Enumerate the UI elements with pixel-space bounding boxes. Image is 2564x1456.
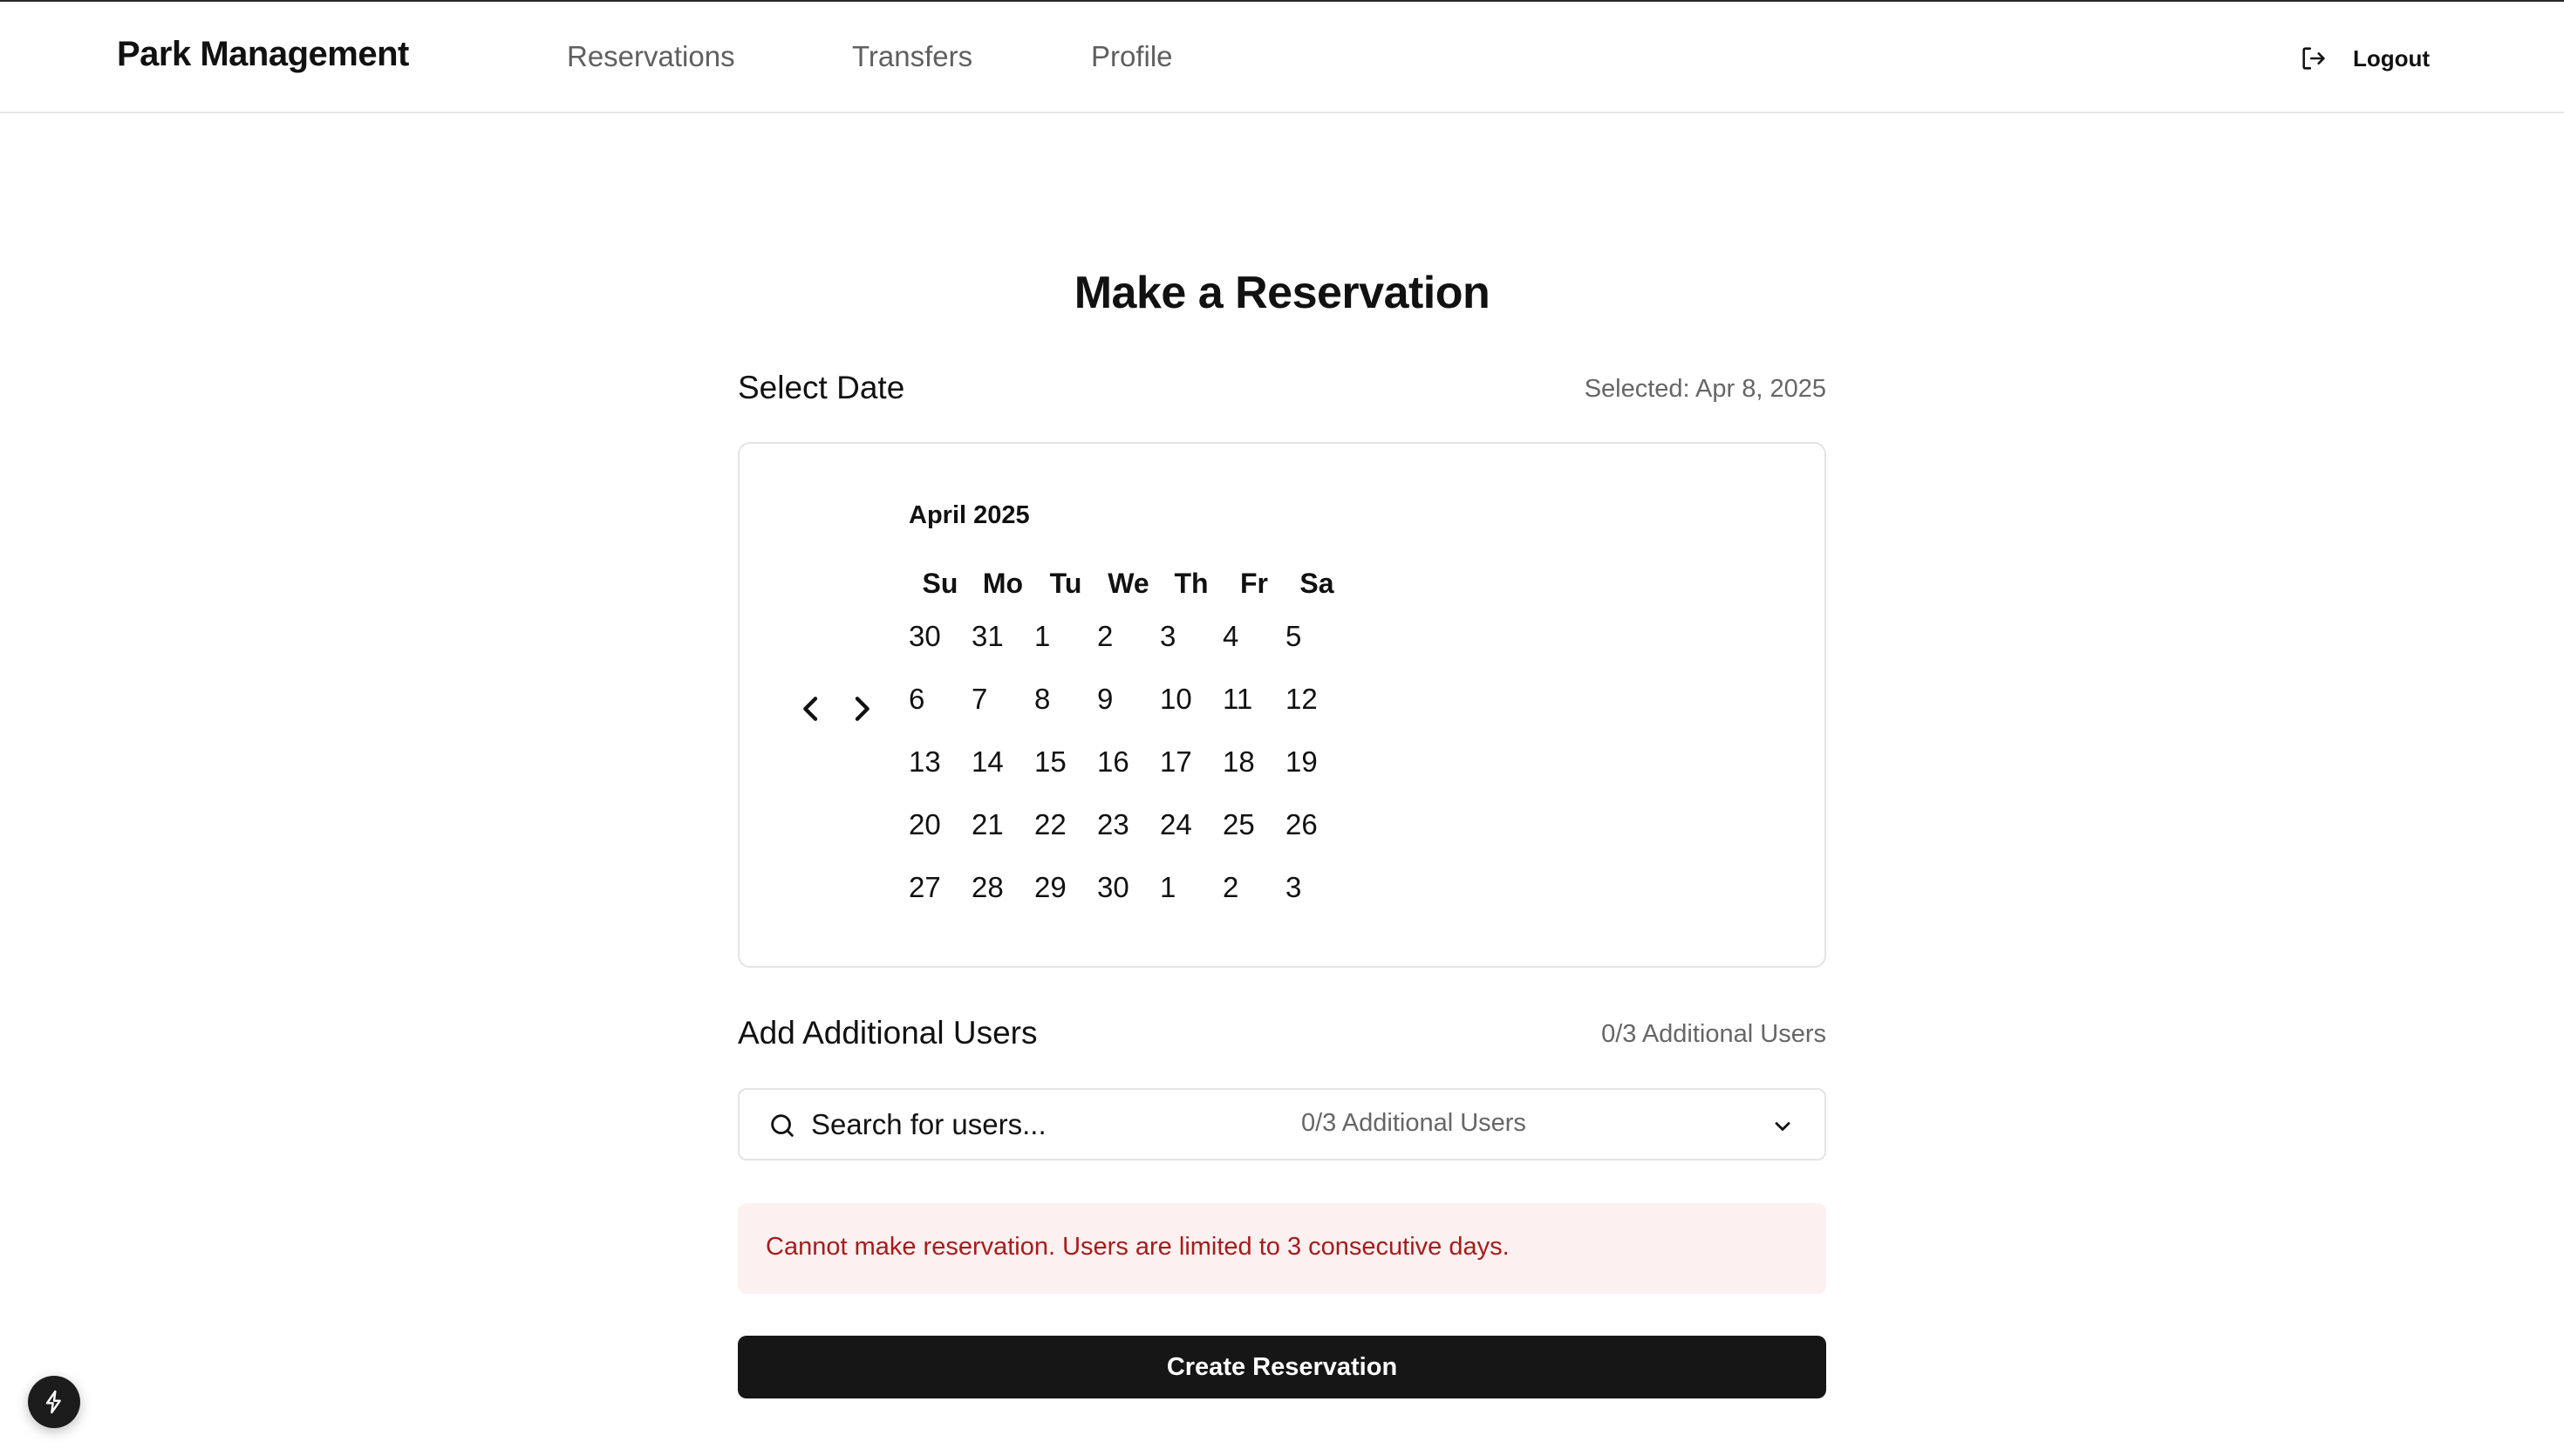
logout-icon: [2302, 47, 2325, 70]
calendar-day[interactable]: 11: [1223, 683, 1285, 716]
chevron-left-icon[interactable]: [794, 691, 829, 726]
calendar-day[interactable]: 17: [1160, 745, 1223, 779]
calendar-day[interactable]: 2: [1097, 620, 1160, 653]
calendar-day[interactable]: 6: [909, 683, 972, 716]
calendar-day[interactable]: 3: [1160, 620, 1223, 653]
calendar-day[interactable]: 27: [909, 871, 972, 904]
calendar-day[interactable]: 28: [972, 871, 1034, 904]
calendar-day[interactable]: 12: [1285, 683, 1348, 716]
calendar-day[interactable]: 16: [1097, 745, 1160, 779]
chevron-right-icon[interactable]: [844, 691, 879, 726]
calendar-day[interactable]: 25: [1223, 808, 1285, 841]
calendar-day[interactable]: 30: [1097, 871, 1160, 904]
calendar-day[interactable]: 29: [1034, 871, 1097, 904]
calendar-month-label: April 2025: [909, 501, 1030, 529]
weekday-label: Th: [1174, 568, 1209, 599]
user-search-combobox[interactable]: 0/3 Additional Users: [738, 1088, 1826, 1160]
logout-button[interactable]: Logout: [2299, 42, 2430, 75]
weekday-label: Tu: [1049, 568, 1082, 599]
nav-link-profile[interactable]: Profile: [1091, 40, 1173, 73]
calendar-day[interactable]: 1: [1160, 871, 1223, 904]
calendar-day[interactable]: 2: [1223, 871, 1285, 904]
calendar-day-selected[interactable]: 8: [1034, 683, 1097, 716]
additional-users-count: 0/3 Additional Users: [1601, 1020, 1826, 1048]
nav-link-reservations[interactable]: Reservations: [567, 40, 735, 73]
calendar-day[interactable]: 9: [1097, 683, 1160, 716]
calendar-day[interactable]: 1: [1034, 620, 1097, 653]
calendar-day[interactable]: 14: [972, 745, 1034, 779]
calendar-day[interactable]: 13: [909, 745, 972, 779]
calendar-day[interactable]: 23: [1097, 808, 1160, 841]
search-icon: [771, 1114, 794, 1137]
nav-link-transfers[interactable]: Transfers: [852, 40, 972, 73]
calendar-day[interactable]: 7: [972, 683, 1034, 716]
search-users-count: 0/3 Additional Users: [1301, 1109, 1526, 1137]
calendar-day[interactable]: 3: [1285, 871, 1348, 904]
error-message: Cannot make reservation. Users are limit…: [766, 1233, 1510, 1261]
user-search-input[interactable]: [809, 1102, 1263, 1147]
calendar-day[interactable]: 18: [1223, 745, 1285, 779]
calendar: April 2025 Su Mo Tu We Th Fr Sa 30 31 1 …: [738, 442, 1826, 968]
weekday-label: Su: [922, 568, 958, 599]
add-users-heading: Add Additional Users: [738, 1015, 1038, 1051]
calendar-day[interactable]: 24: [1160, 808, 1223, 841]
chevron-down-icon[interactable]: [1770, 1114, 1795, 1139]
calendar-day[interactable]: 21: [972, 808, 1034, 841]
top-navigation-bar: Park Management Reservations Transfers P…: [0, 0, 2564, 113]
calendar-day[interactable]: 4: [1223, 620, 1285, 653]
lightning-bolt-icon: [45, 1390, 61, 1414]
calendar-day[interactable]: 5: [1285, 620, 1348, 653]
calendar-day[interactable]: 26: [1285, 808, 1348, 841]
error-alert: Cannot make reservation. Users are limit…: [738, 1203, 1826, 1294]
calendar-day[interactable]: 22: [1034, 808, 1097, 841]
calendar-day[interactable]: 31: [972, 620, 1034, 653]
calendar-day[interactable]: 30: [909, 620, 972, 653]
create-reservation-button[interactable]: Create Reservation: [738, 1336, 1826, 1398]
calendar-day[interactable]: 19: [1285, 745, 1348, 779]
calendar-day[interactable]: 10: [1160, 683, 1223, 716]
logout-label: Logout: [2353, 44, 2431, 71]
calendar-day[interactable]: 15: [1034, 745, 1097, 779]
selected-date-text: Selected: Apr 8, 2025: [1584, 375, 1826, 403]
weekday-label: Fr: [1240, 568, 1268, 599]
floating-action-button[interactable]: [28, 1376, 80, 1428]
app-brand-title[interactable]: Park Management: [117, 35, 409, 74]
weekday-label: Mo: [982, 568, 1024, 599]
weekday-label: Sa: [1299, 568, 1334, 599]
select-date-heading: Select Date: [738, 370, 905, 405]
page-title: Make a Reservation: [1074, 268, 1490, 318]
weekday-label: We: [1108, 568, 1149, 599]
calendar-day[interactable]: 20: [909, 808, 972, 841]
